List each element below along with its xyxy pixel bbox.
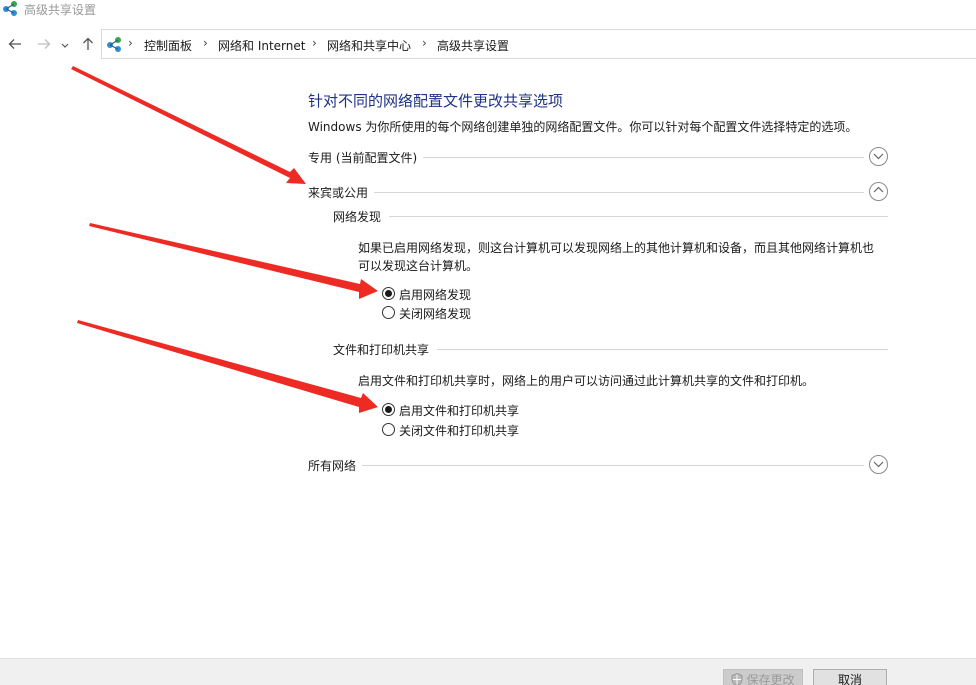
address-bar[interactable]: › 控制面板 › 网络和 Internet › 网络和共享中心 › 高级共享设置 <box>101 29 976 59</box>
radio-label[interactable]: 启用文件和打印机共享 <box>399 402 519 419</box>
forward-button[interactable] <box>34 34 54 54</box>
radio-button[interactable] <box>382 306 395 319</box>
collapse-guest-public-button[interactable] <box>869 182 888 201</box>
chevron-up-icon <box>873 186 884 193</box>
chevron-down-icon <box>61 43 69 48</box>
network-discovery-header: 网络发现 <box>333 206 888 226</box>
network-discovery-description: 如果已启用网络发现，则这台计算机可以发现网络上的其他计算机和设备，而且其他网络计… <box>358 241 875 273</box>
radio-label[interactable]: 关闭网络发现 <box>399 305 471 322</box>
section-all-networks-label[interactable]: 所有网络 <box>308 457 363 474</box>
recent-locations-button[interactable] <box>58 34 72 54</box>
radio-button[interactable] <box>382 403 395 416</box>
section-divider <box>308 465 864 466</box>
up-arrow-icon <box>83 37 93 50</box>
section-divider <box>333 216 888 217</box>
section-private[interactable]: 专用 (当前配置文件) <box>308 146 888 168</box>
main-content: 针对不同的网络配置文件更改共享选项 Windows 为你所使用的每个网络创建单独… <box>0 60 976 658</box>
title-bar: 高级共享设置 <box>0 0 976 18</box>
radio-button[interactable] <box>382 423 395 436</box>
expand-all-networks-button[interactable] <box>869 455 888 474</box>
expand-private-button[interactable] <box>869 147 888 166</box>
breadcrumb-network-sharing-center[interactable]: 网络和共享中心 <box>327 37 411 54</box>
footer-bar: 保存更改 取消 <box>0 658 976 685</box>
network-discovery-title: 网络发现 <box>333 208 390 225</box>
breadcrumb-separator: › <box>128 36 133 50</box>
section-guest-public-label[interactable]: 来宾或公用 <box>308 184 375 201</box>
network-location-icon <box>107 37 121 52</box>
section-all-networks[interactable]: 所有网络 <box>308 454 888 476</box>
up-button[interactable] <box>78 34 98 54</box>
breadcrumb-separator[interactable]: › <box>312 36 317 50</box>
section-guest-public[interactable]: 来宾或公用 <box>308 181 888 203</box>
section-divider <box>308 192 864 193</box>
radio-label[interactable]: 关闭文件和打印机共享 <box>399 422 519 439</box>
forward-arrow-icon <box>38 39 51 49</box>
page-subtitle: Windows 为你所使用的每个网络创建单独的网络配置文件。你可以针对每个配置文… <box>308 120 858 134</box>
radio-button[interactable] <box>382 287 395 300</box>
file-printer-sharing-title: 文件和打印机共享 <box>333 341 438 358</box>
save-changes-label: 保存更改 <box>746 673 795 685</box>
section-private-label[interactable]: 专用 (当前配置文件) <box>308 149 424 166</box>
cancel-label: 取消 <box>837 673 862 685</box>
file-printer-sharing-header: 文件和打印机共享 <box>333 339 888 359</box>
file-printer-sharing-description: 启用文件和打印机共享时，网络上的用户可以访问通过此计算机共享的文件和打印机。 <box>358 374 815 388</box>
navigation-bar: › 控制面板 › 网络和 Internet › 网络和共享中心 › 高级共享设置 <box>0 28 976 60</box>
uac-shield-icon <box>732 673 743 685</box>
window-title: 高级共享设置 <box>24 3 97 17</box>
back-arrow-icon <box>8 39 21 49</box>
breadcrumb-network-internet[interactable]: 网络和 Internet <box>218 37 305 54</box>
network-icon <box>3 1 17 16</box>
page-title: 针对不同的网络配置文件更改共享选项 <box>308 92 564 110</box>
cancel-button[interactable]: 取消 <box>813 669 887 685</box>
breadcrumb-control-panel[interactable]: 控制面板 <box>144 37 192 54</box>
breadcrumb-separator[interactable]: › <box>203 36 208 50</box>
save-changes-button[interactable]: 保存更改 <box>723 669 803 685</box>
chevron-down-icon <box>873 461 884 468</box>
breadcrumb-separator[interactable]: › <box>422 36 427 50</box>
chevron-down-icon <box>873 153 884 160</box>
radio-label[interactable]: 启用网络发现 <box>399 286 471 303</box>
breadcrumb-advanced-sharing[interactable]: 高级共享设置 <box>437 37 509 54</box>
back-button[interactable] <box>5 34 25 54</box>
